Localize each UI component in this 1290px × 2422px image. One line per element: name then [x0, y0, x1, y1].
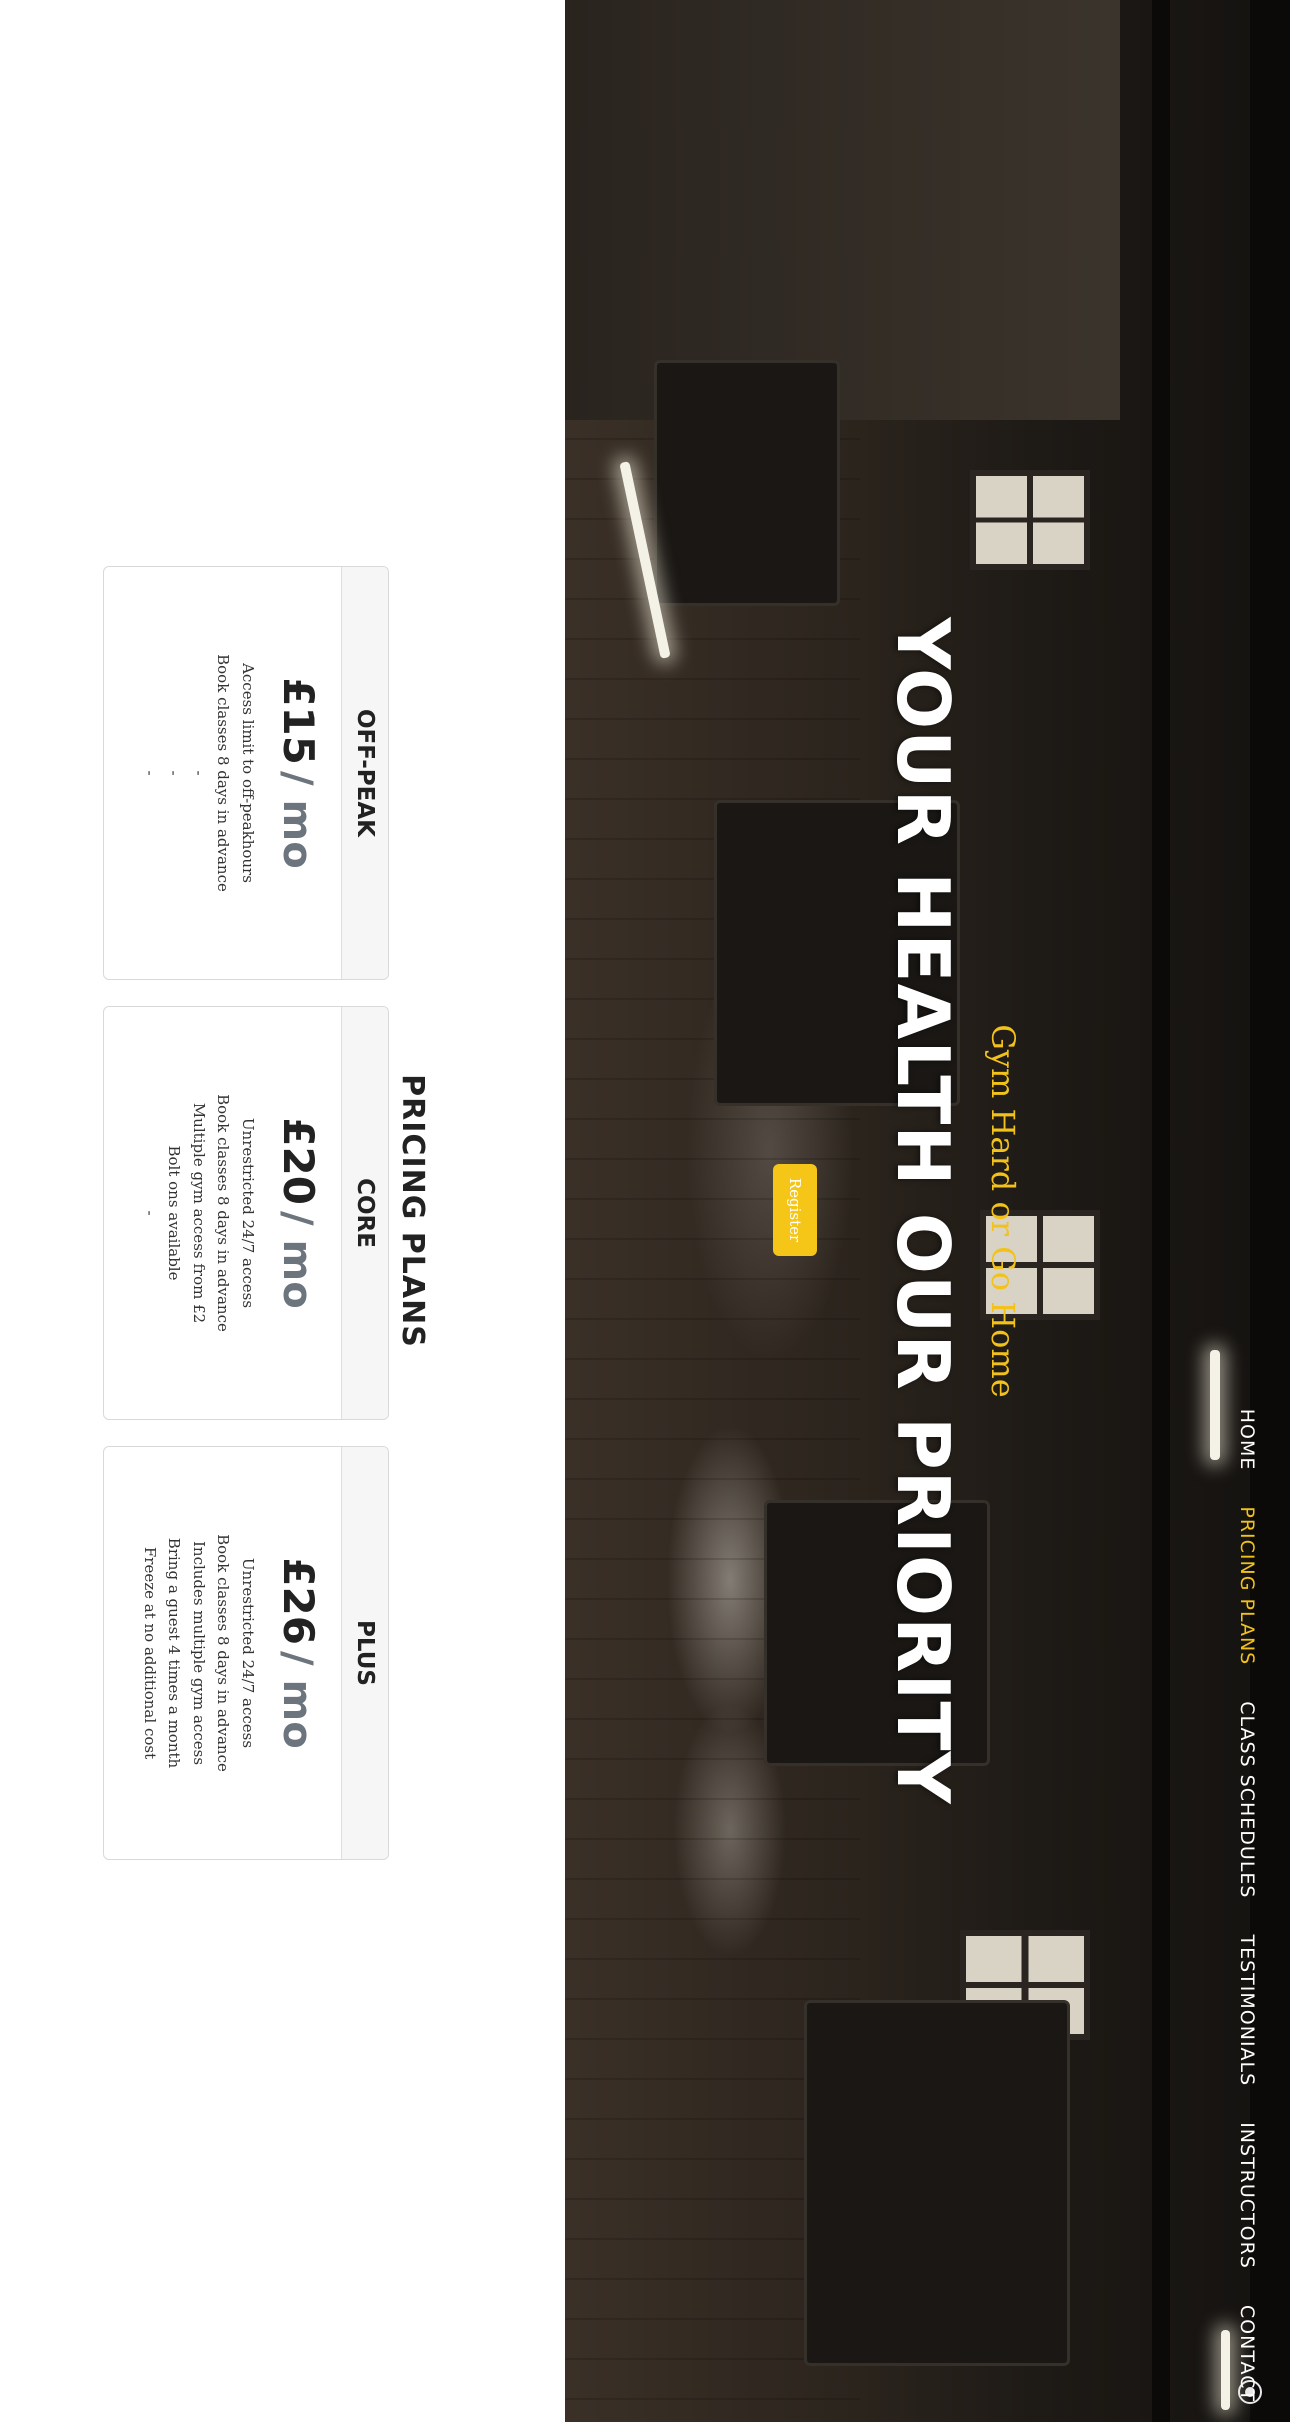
plan-feature: -: [165, 770, 184, 776]
hero-title: YOUR HEALTH OUR PRIORITY: [881, 617, 965, 1805]
plan-name: CORE: [352, 1178, 378, 1248]
pricing-section: PRICING PLANS OFF-PEAK £15 / mo Access li…: [0, 0, 565, 2422]
plan-feature: Book classes 8 days in advance: [214, 654, 233, 892]
plan-price: £15 / mo: [274, 567, 323, 979]
plan-feature: Access limit to off-peakhours: [239, 663, 257, 883]
plan-price-amount: £26: [274, 1557, 323, 1645]
register-button[interactable]: Register: [773, 1164, 817, 1256]
plan-price-unit: / mo: [274, 1210, 320, 1309]
hero-tagline: Gym Hard or Go Home: [984, 1024, 1022, 1398]
plan-name: OFF-PEAK: [352, 708, 378, 837]
plan-feature-list: Unrestricted 24/7 access Book classes 8 …: [138, 1007, 261, 1419]
hero-ceiling-beam: [1152, 0, 1170, 2422]
pricing-card-plus: PLUS £26 / mo Unrestricted 24/7 access Bo…: [103, 1446, 389, 1860]
plan-feature: Includes multiple gym access: [190, 1540, 208, 1766]
nav-item-pricing-plans[interactable]: PRICING PLANS: [1236, 1506, 1258, 1665]
plan-feature: Book classes 8 days in advance: [214, 1534, 233, 1772]
plan-price: £20 / mo: [274, 1007, 323, 1419]
plan-price-amount: £15: [274, 677, 323, 765]
hero-light-strip: [1210, 1350, 1220, 1460]
plan-feature: Multiple gym access from £2: [190, 1102, 208, 1324]
nav-item-instructors[interactable]: INSTRUCTORS: [1236, 2122, 1258, 2269]
plan-name: PLUS: [352, 1620, 378, 1686]
plan-feature: -: [141, 1210, 159, 1216]
plan-feature: Unrestricted 24/7 access: [239, 1557, 257, 1749]
pricing-card-header: PLUS: [341, 1447, 388, 1859]
hero-light-strip: [1221, 2330, 1230, 2410]
plan-price-amount: £20: [274, 1117, 323, 1205]
pricing-card-core: CORE £20 / mo Unrestricted 24/7 access Bo…: [103, 1006, 389, 1420]
hero-section: HOME PRICING PLANS CLASS SCHEDULES TESTI…: [565, 0, 1290, 2422]
hero-pillar: [565, 0, 1120, 420]
pricing-card-off-peak: OFF-PEAK £15 / mo Access limit to off-pea…: [103, 566, 389, 980]
hero-equipment: [654, 360, 840, 606]
pricing-title: PRICING PLANS: [395, 1074, 430, 1348]
plan-price-unit: / mo: [274, 1650, 320, 1749]
plan-feature-list: Access limit to off-peakhours Book class…: [138, 567, 261, 979]
plan-feature: Freeze at no additional cost: [141, 1546, 159, 1760]
plan-feature: Bring a guest 4 times a month: [165, 1537, 184, 1769]
pricing-card-header: OFF-PEAK: [341, 567, 388, 979]
nav-item-testimonials[interactable]: TESTIMONIALS: [1236, 1935, 1258, 2087]
plan-price: £26 / mo: [274, 1447, 323, 1859]
plan-price-unit: / mo: [274, 770, 320, 869]
pricing-card-header: CORE: [341, 1007, 388, 1419]
plan-feature: -: [190, 770, 208, 776]
plan-feature: Unrestricted 24/7 access: [239, 1117, 257, 1309]
nav-item-home[interactable]: HOME: [1236, 1409, 1258, 1471]
main-nav: HOME PRICING PLANS CLASS SCHEDULES TESTI…: [1236, 1409, 1258, 2402]
nav-item-contact[interactable]: CONTACT: [1236, 2305, 1258, 2402]
plan-feature-list: Unrestricted 24/7 access Book classes 8 …: [138, 1447, 261, 1859]
plan-feature: Bolt ons available: [165, 1145, 184, 1281]
plan-feature: Book classes 8 days in advance: [214, 1094, 233, 1332]
nav-item-class-schedules[interactable]: CLASS SCHEDULES: [1236, 1701, 1258, 1898]
plan-feature: -: [141, 770, 159, 776]
